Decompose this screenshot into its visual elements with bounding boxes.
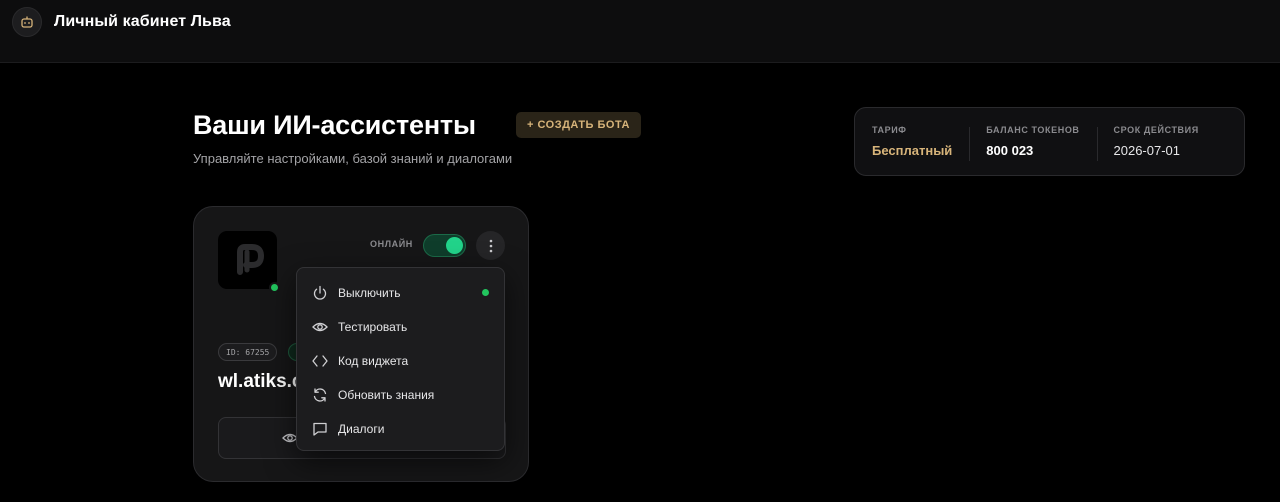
menu-label: Диалоги: [338, 422, 385, 436]
code-icon: [312, 353, 328, 369]
bot-logo-mark-icon: [236, 244, 264, 275]
menu-item-widget-code[interactable]: Код виджета: [297, 344, 504, 378]
plan-summary-panel: ТАРИФ Бесплатный БАЛАНС ТОКЕНОВ 800 023 …: [854, 107, 1245, 176]
bot-id-badge: ID: 67255: [218, 343, 278, 361]
tariff-value: Бесплатный: [872, 143, 953, 158]
balance-block: БАЛАНС ТОКЕНОВ 800 023: [969, 125, 1096, 161]
refresh-icon: [312, 387, 328, 403]
page-title: Ваши ИИ-ассистенты: [193, 110, 476, 140]
tariff-label: ТАРИФ: [872, 125, 907, 135]
toggle-knob: [446, 237, 463, 254]
balance-value: 800 023: [986, 143, 1034, 158]
vertical-dots-icon: [489, 239, 492, 252]
top-bar: Личный кабинет Льва: [0, 0, 1280, 63]
menu-item-disable[interactable]: Выключить: [297, 276, 504, 310]
menu-item-dialogs[interactable]: Диалоги: [297, 412, 504, 446]
chat-icon: [312, 421, 328, 437]
bot-logo-icon[interactable]: [12, 7, 42, 37]
page-subtitle: Управляйте настройками, базой знаний и д…: [193, 151, 513, 166]
online-label: ОНЛАЙН: [370, 239, 413, 249]
app-title: Личный кабинет Льва: [54, 13, 231, 30]
menu-label: Обновить знания: [338, 388, 435, 402]
balance-label: БАЛАНС ТОКЕНОВ: [986, 125, 1080, 135]
expiry-value: 2026-07-01: [1113, 143, 1181, 158]
bot-avatar: [218, 231, 277, 289]
menu-label: Выключить: [338, 286, 401, 300]
menu-label: Код виджета: [338, 354, 409, 368]
active-dot: [482, 289, 489, 296]
bot-actions-menu: Выключить Тестировать Код виджета Обнови…: [296, 267, 505, 451]
menu-label: Тестировать: [338, 320, 408, 334]
more-options-button[interactable]: [476, 231, 505, 260]
online-status-dot: [269, 282, 280, 293]
bot-domain: wl.atiks.c: [218, 371, 303, 392]
power-icon: [312, 285, 328, 301]
online-toggle[interactable]: [423, 234, 466, 257]
create-bot-button[interactable]: + СОЗДАТЬ БОТА: [516, 112, 641, 138]
menu-item-test[interactable]: Тестировать: [297, 310, 504, 344]
tariff-block: ТАРИФ Бесплатный: [855, 125, 969, 158]
menu-item-refresh-knowledge[interactable]: Обновить знания: [297, 378, 504, 412]
expiry-label: СРОК ДЕЙСТВИЯ: [1113, 125, 1199, 135]
eye-icon: [312, 319, 328, 335]
expiry-block: СРОК ДЕЙСТВИЯ 2026-07-01: [1096, 125, 1216, 161]
